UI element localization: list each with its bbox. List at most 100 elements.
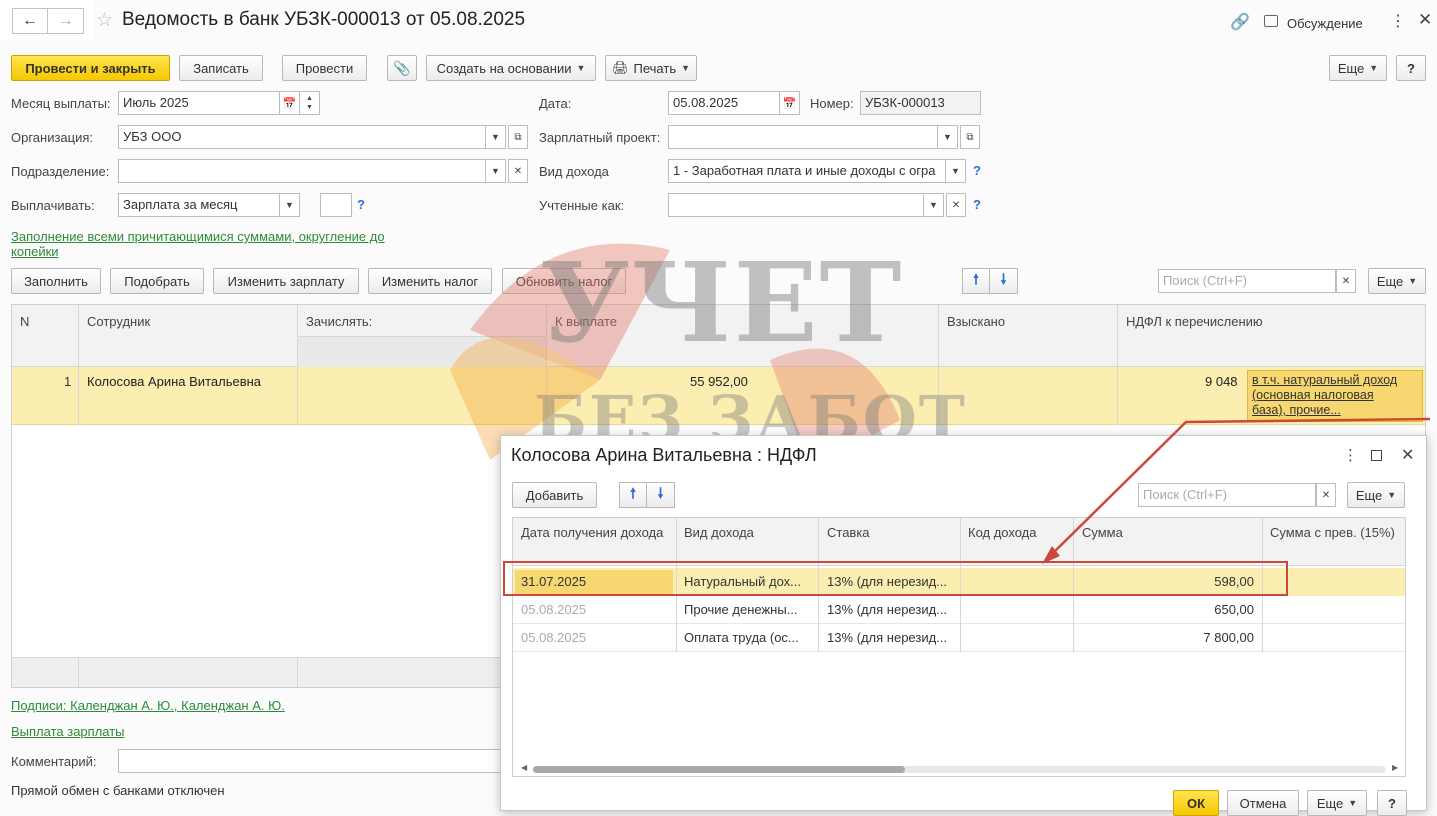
number-field[interactable]: УБЗК-000013: [860, 91, 981, 115]
col-divider: [1117, 305, 1118, 425]
scroll-left-icon[interactable]: ◀: [521, 763, 527, 772]
post-and-close-button[interactable]: Провести и закрыть: [11, 55, 170, 81]
ndfl-note-link[interactable]: в т.ч. натуральный доход (основная налог…: [1247, 370, 1423, 422]
select-button[interactable]: Подобрать: [110, 268, 204, 294]
move-up-button[interactable]: 🠕: [962, 268, 990, 294]
back-button[interactable]: ←: [12, 8, 48, 34]
row-type: Прочие денежны...: [684, 602, 798, 617]
organization-field[interactable]: УБЗ ООО: [118, 125, 486, 149]
horizontal-scrollbar[interactable]: [533, 766, 1386, 773]
dialog-move-up-button[interactable]: 🠕: [619, 482, 647, 508]
table-row[interactable]: 31.07.2025 Натуральный дох... 13% (для н…: [513, 568, 1405, 596]
link-icon[interactable]: 🔗: [1230, 12, 1250, 32]
arrow-down-icon: 🠗: [1000, 271, 1007, 287]
col-income-code[interactable]: Код дохода: [968, 525, 1037, 540]
more-button[interactable]: Еще ▼: [1329, 55, 1387, 81]
col-n[interactable]: N: [20, 314, 29, 329]
pay-field[interactable]: Зарплата за месяц: [118, 193, 280, 217]
income-type-field[interactable]: 1 - Заработная плата и иные доходы с огр…: [668, 159, 946, 183]
col-rate[interactable]: Ставка: [827, 525, 870, 540]
fill-mode-link[interactable]: Заполнение всеми причитающимися суммами,…: [11, 229, 385, 244]
update-tax-button[interactable]: Обновить налог: [502, 268, 626, 294]
salary-project-dropdown[interactable]: ▼: [938, 125, 958, 149]
print-button[interactable]: 🖨 Печать ▼: [605, 55, 697, 81]
month-stepper[interactable]: ▲ ▼: [300, 91, 320, 115]
counted-as-dropdown[interactable]: ▼: [924, 193, 944, 217]
dialog-more-button[interactable]: Еще ▼: [1347, 482, 1405, 508]
col-divider: [78, 657, 79, 687]
table-row[interactable]: 1 Колосова Арина Витальевна 55 952,00 9 …: [12, 367, 1425, 425]
payroll-link[interactable]: Выплата зарплаты: [11, 724, 125, 739]
table-search-clear[interactable]: ✕: [1336, 269, 1356, 293]
dialog-search-input[interactable]: Поиск (Ctrl+F): [1138, 483, 1316, 507]
col-income-date[interactable]: Дата получения дохода: [521, 525, 663, 540]
division-field[interactable]: [118, 159, 486, 183]
dialog-help-button[interactable]: ?: [1377, 790, 1407, 816]
move-down-button[interactable]: 🠗: [990, 268, 1018, 294]
maximize-icon[interactable]: [1371, 450, 1382, 461]
counted-as-help-icon[interactable]: ?: [973, 197, 981, 212]
arrow-left-icon: ←: [22, 12, 38, 29]
create-based-button[interactable]: Создать на основании ▼: [426, 55, 596, 81]
change-salary-button[interactable]: Изменить зарплату: [213, 268, 359, 294]
scroll-right-icon[interactable]: ▶: [1392, 763, 1398, 772]
ok-button[interactable]: ОК: [1173, 790, 1219, 816]
date-field[interactable]: 05.08.2025: [668, 91, 780, 115]
date-calendar-button[interactable]: 📅: [780, 91, 800, 115]
counted-as-clear-button[interactable]: ✕: [946, 193, 966, 217]
attach-button[interactable]: 📎: [387, 55, 417, 81]
comment-field[interactable]: [118, 749, 503, 773]
change-tax-button[interactable]: Изменить налог: [368, 268, 492, 294]
organization-open-button[interactable]: ⧉: [508, 125, 528, 149]
close-icon[interactable]: ✕: [1418, 10, 1432, 30]
printer-icon: 🖨: [611, 60, 629, 75]
col-sum[interactable]: Сумма: [1082, 525, 1123, 540]
division-clear-button[interactable]: ✕: [508, 159, 528, 183]
col-credit[interactable]: Зачислять:: [306, 314, 372, 329]
pay-extra-field[interactable]: [320, 193, 352, 217]
table-search-input[interactable]: Поиск (Ctrl+F): [1158, 269, 1336, 293]
chevron-up-icon: ▲: [306, 95, 313, 102]
kebab-menu-icon[interactable]: ⋮: [1390, 11, 1406, 31]
pay-help-icon[interactable]: ?: [357, 197, 365, 212]
col-employee[interactable]: Сотрудник: [87, 314, 150, 329]
col-to-pay[interactable]: К выплате: [555, 314, 617, 329]
organization-dropdown[interactable]: ▼: [486, 125, 506, 149]
calendar-button[interactable]: 📅: [280, 91, 300, 115]
col-divider: [1073, 518, 1074, 652]
fill-mode-link-cont[interactable]: копейки: [11, 244, 59, 259]
income-type-dropdown[interactable]: ▼: [946, 159, 966, 183]
fill-button[interactable]: Заполнить: [11, 268, 101, 294]
col-income-type[interactable]: Вид дохода: [684, 525, 754, 540]
col-collected[interactable]: Взыскано: [947, 314, 1005, 329]
dialog-more-bottom-button[interactable]: Еще ▼: [1307, 790, 1367, 816]
dialog-move-down-button[interactable]: 🠗: [647, 482, 675, 508]
help-button[interactable]: ?: [1396, 55, 1426, 81]
star-icon[interactable]: ☆: [96, 9, 113, 32]
division-dropdown[interactable]: ▼: [486, 159, 506, 183]
salary-project-open-button[interactable]: ⧉: [960, 125, 980, 149]
save-button[interactable]: Записать: [179, 55, 263, 81]
signatures-link[interactable]: Подписи: Календжан А. Ю., Календжан А. Ю…: [11, 698, 285, 713]
kebab-menu-icon[interactable]: ⋮: [1343, 446, 1358, 464]
col-sum-15[interactable]: Сумма с прев. (15%): [1270, 525, 1395, 540]
add-button[interactable]: Добавить: [512, 482, 597, 508]
scrollbar-thumb[interactable]: [533, 766, 905, 773]
col-divider: [546, 305, 547, 425]
cancel-button[interactable]: Отмена: [1227, 790, 1299, 816]
close-icon[interactable]: ✕: [1401, 445, 1414, 465]
table-row[interactable]: 05.08.2025 Оплата труда (ос... 13% (для …: [513, 624, 1405, 652]
post-button[interactable]: Провести: [282, 55, 367, 81]
discussion-icon[interactable]: [1264, 15, 1278, 27]
forward-button[interactable]: →: [48, 8, 84, 34]
col-ndfl[interactable]: НДФЛ к перечислению: [1126, 314, 1263, 329]
table-more-button[interactable]: Еще ▼: [1368, 268, 1426, 294]
income-type-help-icon[interactable]: ?: [973, 163, 981, 178]
dialog-search-clear[interactable]: ✕: [1316, 483, 1336, 507]
discussion-button[interactable]: Обсуждение: [1287, 16, 1363, 31]
salary-project-field[interactable]: [668, 125, 938, 149]
pay-month-field[interactable]: Июль 2025: [118, 91, 280, 115]
counted-as-field[interactable]: [668, 193, 924, 217]
table-row[interactable]: 05.08.2025 Прочие денежны... 13% (для не…: [513, 596, 1405, 624]
pay-dropdown[interactable]: ▼: [280, 193, 300, 217]
